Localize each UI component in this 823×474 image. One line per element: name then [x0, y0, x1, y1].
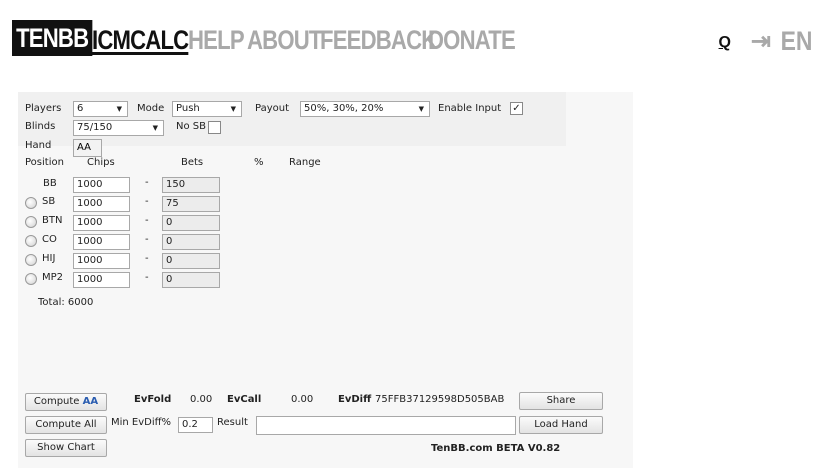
top-nav: TENBB ICMCALC HELP ABOUT FEEDBACK DONATE [0, 20, 823, 60]
bet-field: 0 [162, 272, 220, 288]
evfold-value: 0.00 [190, 394, 213, 405]
chips-input[interactable]: 1000 [73, 196, 130, 212]
evcall-label: EvCall [227, 394, 262, 405]
result-label: Result [217, 417, 248, 428]
no-sb-checkbox[interactable] [208, 121, 221, 134]
header-position: Position [25, 157, 64, 168]
range-dash: - [145, 196, 149, 207]
search-link[interactable]: Q [719, 34, 731, 52]
evfold-label: EvFold [134, 394, 172, 405]
evcall-value: 0.00 [291, 394, 314, 405]
position-label: SB [42, 196, 56, 207]
chips-input[interactable]: 1000 [73, 215, 130, 231]
position-radio[interactable] [25, 273, 37, 285]
players-label: Players [25, 103, 62, 114]
blinds-label: Blinds [25, 121, 56, 132]
chips-input[interactable]: 1000 [73, 272, 130, 288]
range-dash: - [145, 272, 149, 283]
result-field[interactable] [256, 416, 516, 435]
position-radio[interactable] [25, 254, 37, 266]
share-button[interactable]: Share [519, 392, 603, 410]
chips-input[interactable]: 1000 [73, 253, 130, 269]
hand-label: Hand [25, 140, 52, 151]
logo[interactable]: TENBB [12, 20, 93, 56]
bet-field: 150 [162, 177, 220, 193]
chevron-down-icon: ▼ [230, 105, 236, 113]
min-evdiff-label: Min EvDiff% [111, 417, 172, 428]
nav-donate[interactable]: DONATE [428, 22, 516, 58]
header-chips: Chips [87, 157, 115, 168]
nav-about[interactable]: ABOUT [247, 22, 322, 58]
enable-input-checkbox[interactable]: ✓ [510, 102, 523, 115]
position-label: MP2 [42, 272, 64, 283]
language-selector[interactable]: EN [781, 26, 813, 56]
position-label: HIJ [42, 253, 56, 264]
position-radio[interactable] [25, 216, 37, 228]
mode-select[interactable]: Push ▼ [172, 101, 242, 117]
compute-button[interactable]: Compute AA [25, 393, 107, 411]
bet-field: 0 [162, 253, 220, 269]
chips-input[interactable]: 1000 [73, 234, 130, 250]
position-radio[interactable] [25, 197, 37, 209]
enable-input-label: Enable Input [438, 103, 502, 114]
show-chart-button[interactable]: Show Chart [25, 439, 107, 457]
chips-input[interactable]: 1000 [73, 177, 130, 193]
bet-field: 0 [162, 234, 220, 250]
chevron-down-icon: ▼ [418, 105, 424, 113]
position-radio[interactable] [25, 235, 37, 247]
hand-selector[interactable]: AA [73, 139, 102, 157]
position-label: BTN [42, 215, 63, 226]
evdiff-value: 75FFB37129598D505BAB [375, 394, 505, 405]
payout-select[interactable]: 50%, 30%, 20% ▼ [300, 101, 430, 117]
range-dash: - [145, 215, 149, 226]
logout-icon[interactable]: ⇥ [751, 27, 771, 56]
header-bets: Bets [181, 157, 204, 168]
header-percent: % [254, 157, 264, 168]
evdiff-label: EvDiff [338, 394, 372, 405]
header-range: Range [289, 157, 321, 168]
bet-field: 75 [162, 196, 220, 212]
position-label: CO [42, 234, 57, 245]
range-dash: - [145, 177, 149, 188]
bet-field: 0 [162, 215, 220, 231]
payout-label: Payout [255, 103, 290, 114]
nav-feedback[interactable]: FEEDBACK [320, 22, 437, 58]
min-evdiff-input[interactable]: 0.2 [178, 417, 213, 433]
load-hand-button[interactable]: Load Hand [519, 416, 603, 434]
chips-total: Total: 6000 [38, 297, 94, 308]
range-dash: - [145, 234, 149, 245]
players-select[interactable]: 6 ▼ [73, 101, 128, 117]
blinds-select[interactable]: 75/150 ▼ [73, 120, 164, 136]
no-sb-label: No SB [176, 121, 206, 132]
chevron-down-icon: ▼ [152, 124, 158, 132]
nav-help[interactable]: HELP [188, 22, 245, 58]
chevron-down-icon: ▼ [116, 105, 122, 113]
position-label: BB [43, 178, 57, 189]
compute-all-button[interactable]: Compute All [25, 416, 107, 434]
mode-label: Mode [137, 103, 165, 114]
range-dash: - [145, 253, 149, 264]
nav-icmcalc[interactable]: ICMCALC [92, 22, 189, 58]
version-label: TenBB.com BETA V0.82 [431, 443, 561, 454]
